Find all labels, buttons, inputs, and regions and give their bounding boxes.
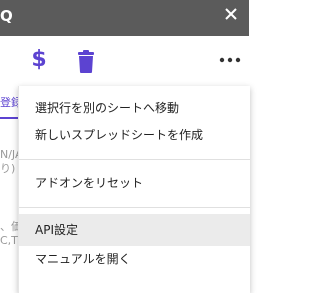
dialog-title: Q: [0, 7, 14, 25]
more-horizontal-icon[interactable]: [218, 52, 242, 68]
background-text-line: N/JA: [0, 148, 18, 161]
close-icon[interactable]: [223, 6, 239, 22]
dollar-icon[interactable]: $: [28, 46, 50, 74]
menu-item-api-settings[interactable]: API設定: [19, 214, 250, 246]
toolbar: $: [0, 36, 249, 84]
background-text-line: C,TS: [0, 234, 18, 247]
background-text-line: 、価: [0, 220, 18, 233]
menu-divider: [19, 159, 250, 160]
dialog-titlebar: Q: [0, 0, 249, 36]
menu-item-open-manual[interactable]: マニュアルを開く: [19, 243, 250, 275]
menu-divider: [19, 207, 250, 208]
menu-item-reset-addon[interactable]: アドオンをリセット: [19, 167, 250, 199]
background-text-line: り): [0, 162, 16, 175]
menu-item-create-spreadsheet[interactable]: 新しいスプレッドシートを作成: [19, 119, 250, 151]
dropdown-menu: 選択行を別のシートへ移動 新しいスプレッドシートを作成 アドオンをリセット AP…: [18, 86, 250, 293]
background-tab[interactable]: 登録: [0, 90, 18, 116]
trash-icon[interactable]: [75, 50, 97, 74]
tab-underline: [0, 117, 18, 119]
